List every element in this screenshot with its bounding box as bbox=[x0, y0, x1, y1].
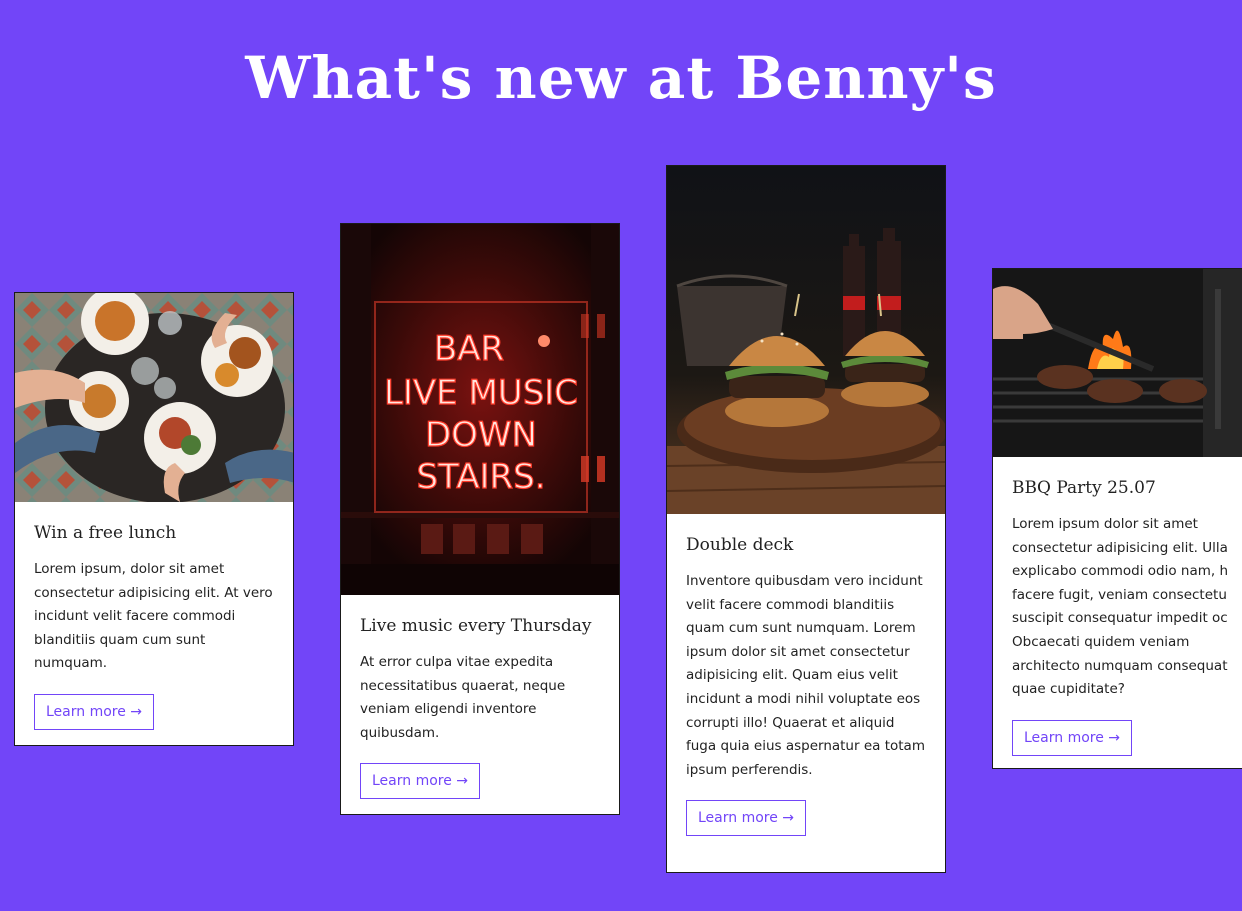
card-title: Double deck bbox=[686, 535, 794, 555]
learn-more-button[interactable]: Learn more → bbox=[360, 763, 481, 800]
card-text: Lorem ipsum, dolor sit amet consectetur … bbox=[34, 561, 273, 672]
news-card-double-deck: Double deck Inventore quibusdam vero inc… bbox=[666, 165, 946, 873]
card-title: Win a free lunch bbox=[34, 523, 177, 543]
neon-text-down: DOWN bbox=[425, 415, 537, 455]
card-text: Lorem ipsum dolor sit amet consectetur a… bbox=[1012, 516, 1229, 698]
learn-more-button[interactable]: Learn more → bbox=[686, 800, 807, 837]
card-title: BBQ Party 25.07 bbox=[1012, 478, 1156, 498]
food-table-overhead-image bbox=[15, 293, 293, 502]
learn-more-button[interactable]: Learn more → bbox=[1012, 719, 1133, 756]
page-title: What's new at Benny's bbox=[245, 44, 997, 112]
news-card-free-lunch: Win a free lunch Lorem ipsum, dolor sit … bbox=[14, 292, 294, 746]
neon-text-bar: BAR bbox=[434, 329, 504, 369]
learn-more-button[interactable]: Learn more → bbox=[34, 693, 155, 730]
neon-text-live-music: LIVE MUSIC bbox=[384, 373, 578, 413]
neon-sign-image: BAR LIVE MUSIC DOWN STAIRS. bbox=[341, 224, 619, 595]
news-card-live-music: BAR LIVE MUSIC DOWN STAIRS. Live music e… bbox=[340, 223, 620, 815]
card-title: Live music every Thursday bbox=[360, 616, 592, 636]
card-text: Inventore quibusdam vero incidunt velit … bbox=[686, 573, 925, 778]
neon-text-stairs: STAIRS. bbox=[416, 457, 545, 497]
bbq-grill-image bbox=[993, 269, 1242, 457]
card-text: At error culpa vitae expedita necessitat… bbox=[360, 654, 566, 741]
news-card-bbq-party: BBQ Party 25.07 Lorem ipsum dolor sit am… bbox=[992, 268, 1242, 769]
burgers-on-board-image bbox=[667, 166, 945, 514]
